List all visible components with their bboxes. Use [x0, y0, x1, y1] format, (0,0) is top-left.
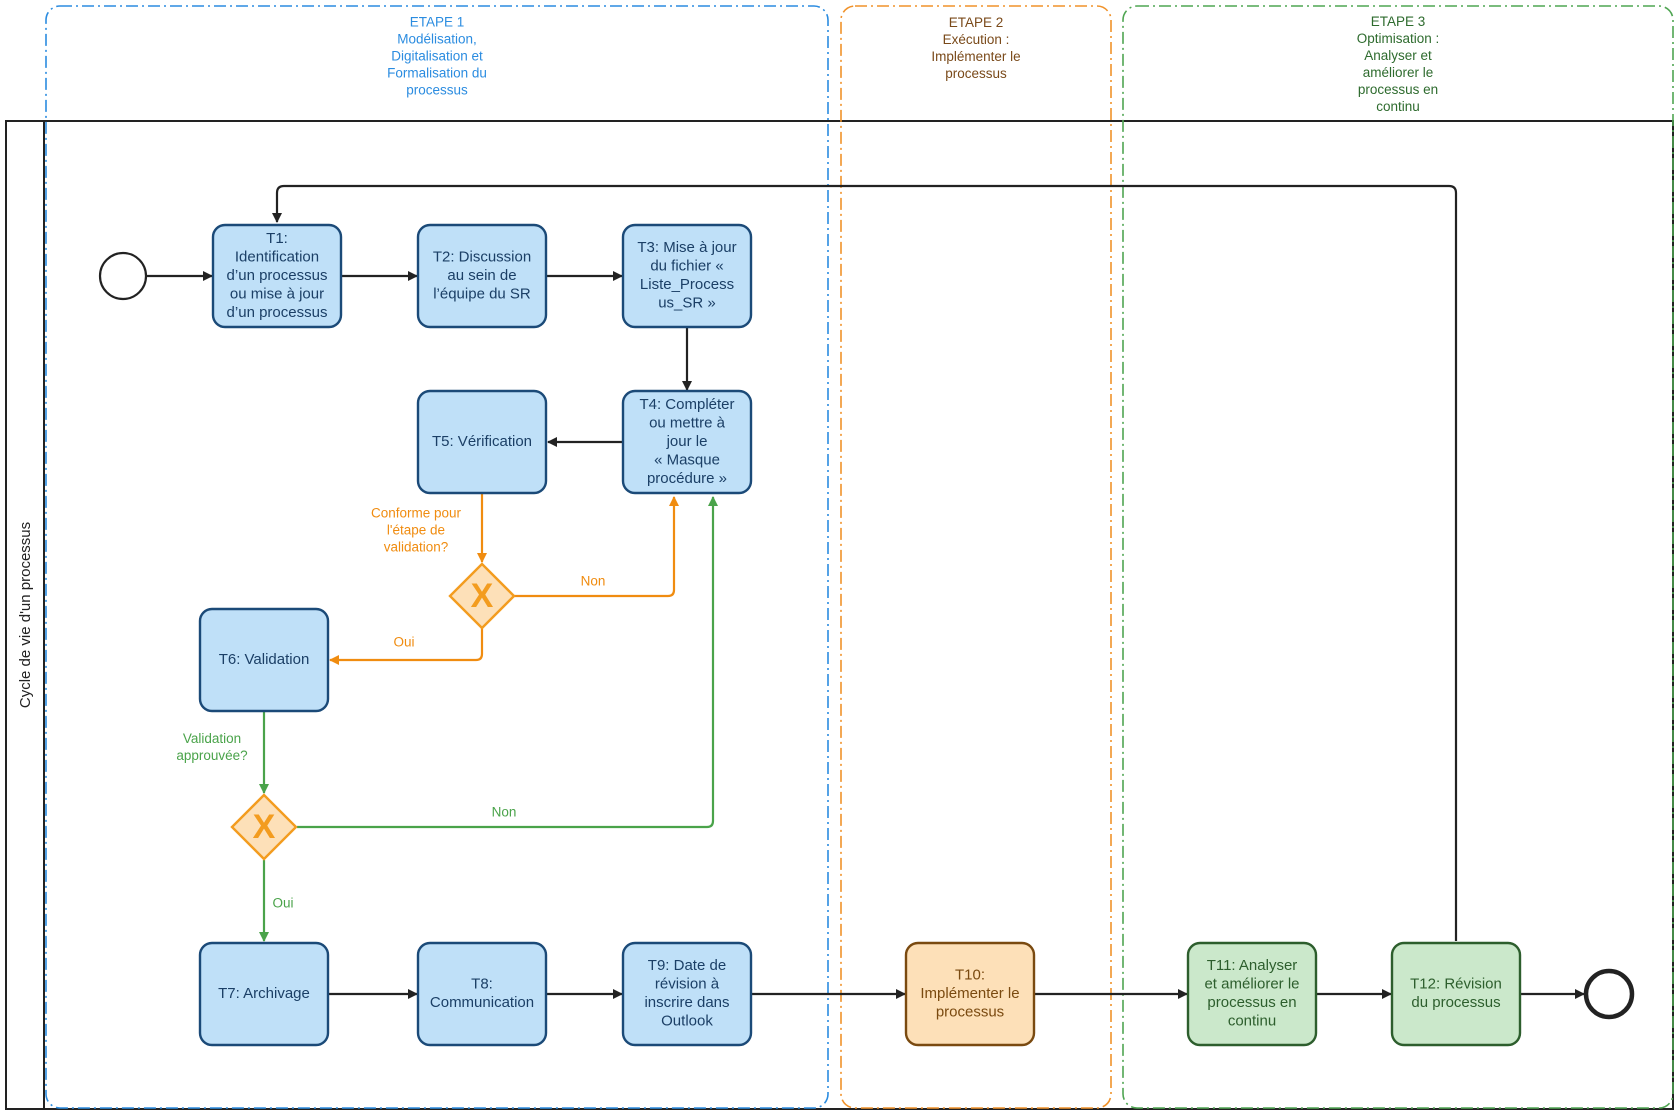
flow-g2-t4-non	[297, 496, 718, 829]
pool-label: Cycle de vie d'un processus	[17, 522, 34, 708]
exclusive-x-icon: X	[471, 577, 494, 615]
exclusive-gateway-g1[interactable]: X	[448, 562, 516, 630]
end-event-icon[interactable]	[1583, 968, 1635, 1020]
stage-title: ETAPE 3 Optimisation : Analyser et améliore…	[1357, 14, 1440, 114]
task-t4[interactable]: T4: Compléter ou mettre à jour le « Masque p…	[621, 389, 753, 495]
task-t6[interactable]: T6: Validation	[198, 607, 330, 713]
task-label: T6: Validation	[219, 651, 310, 668]
task-label: T12: Révision du processus	[1410, 976, 1502, 1012]
exclusive-gateway-g2[interactable]: X	[230, 793, 298, 861]
task-label: T2: Discussion au sein de l’équipe du SR	[433, 248, 531, 302]
gateway-question-g2: Validation approuvée?	[176, 731, 247, 763]
flow-nodes: T1: Identification d’un processus ou mise à…	[98, 223, 1635, 1047]
bpmn-diagram: Cycle de vie d'un processus ETAPE 1 Modél…	[5, 5, 1674, 1110]
task-t1[interactable]: T1: Identification d’un processus ou mise à…	[211, 223, 343, 329]
task-t10[interactable]: T10: Implémenter le processus	[904, 941, 1036, 1047]
task-t11[interactable]: T11: Analyser et améliorer le processus en…	[1186, 941, 1318, 1047]
stage-title: ETAPE 1 Modélisation, Digitalisation et For…	[387, 15, 487, 98]
stage-title: ETAPE 2 Exécution : Implémenter le processu…	[931, 15, 1020, 81]
sequence-flows	[147, 184, 1585, 999]
task-t2[interactable]: T2: Discussion au sein de l’équipe du SR	[416, 223, 548, 329]
start-event-icon[interactable]	[98, 251, 148, 301]
task-t12[interactable]: T12: Révision du processus	[1390, 941, 1522, 1047]
exclusive-x-icon: X	[253, 808, 276, 846]
flow-label-oui-g2: Oui	[272, 896, 293, 911]
task-t9[interactable]: T9: Date de révision à inscrire dans Outloo…	[621, 941, 753, 1047]
flow-label-non-g2: Non	[492, 805, 517, 820]
gateway-question-g1: Conforme pour l'étape de validation?	[371, 506, 462, 555]
flow-label-oui-g1: Oui	[393, 635, 414, 650]
flow-label-non-g1: Non	[581, 574, 606, 589]
task-t8[interactable]: T8: Communication	[416, 941, 548, 1047]
task-t7[interactable]: T7: Archivage	[198, 941, 330, 1047]
task-t3[interactable]: T3: Mise à jour du fichier «Liste_Process…	[621, 223, 753, 329]
task-t5[interactable]: T5: Vérification	[416, 389, 548, 495]
task-label: T7: Archivage	[218, 985, 310, 1002]
task-label: T5: Vérification	[432, 433, 532, 450]
